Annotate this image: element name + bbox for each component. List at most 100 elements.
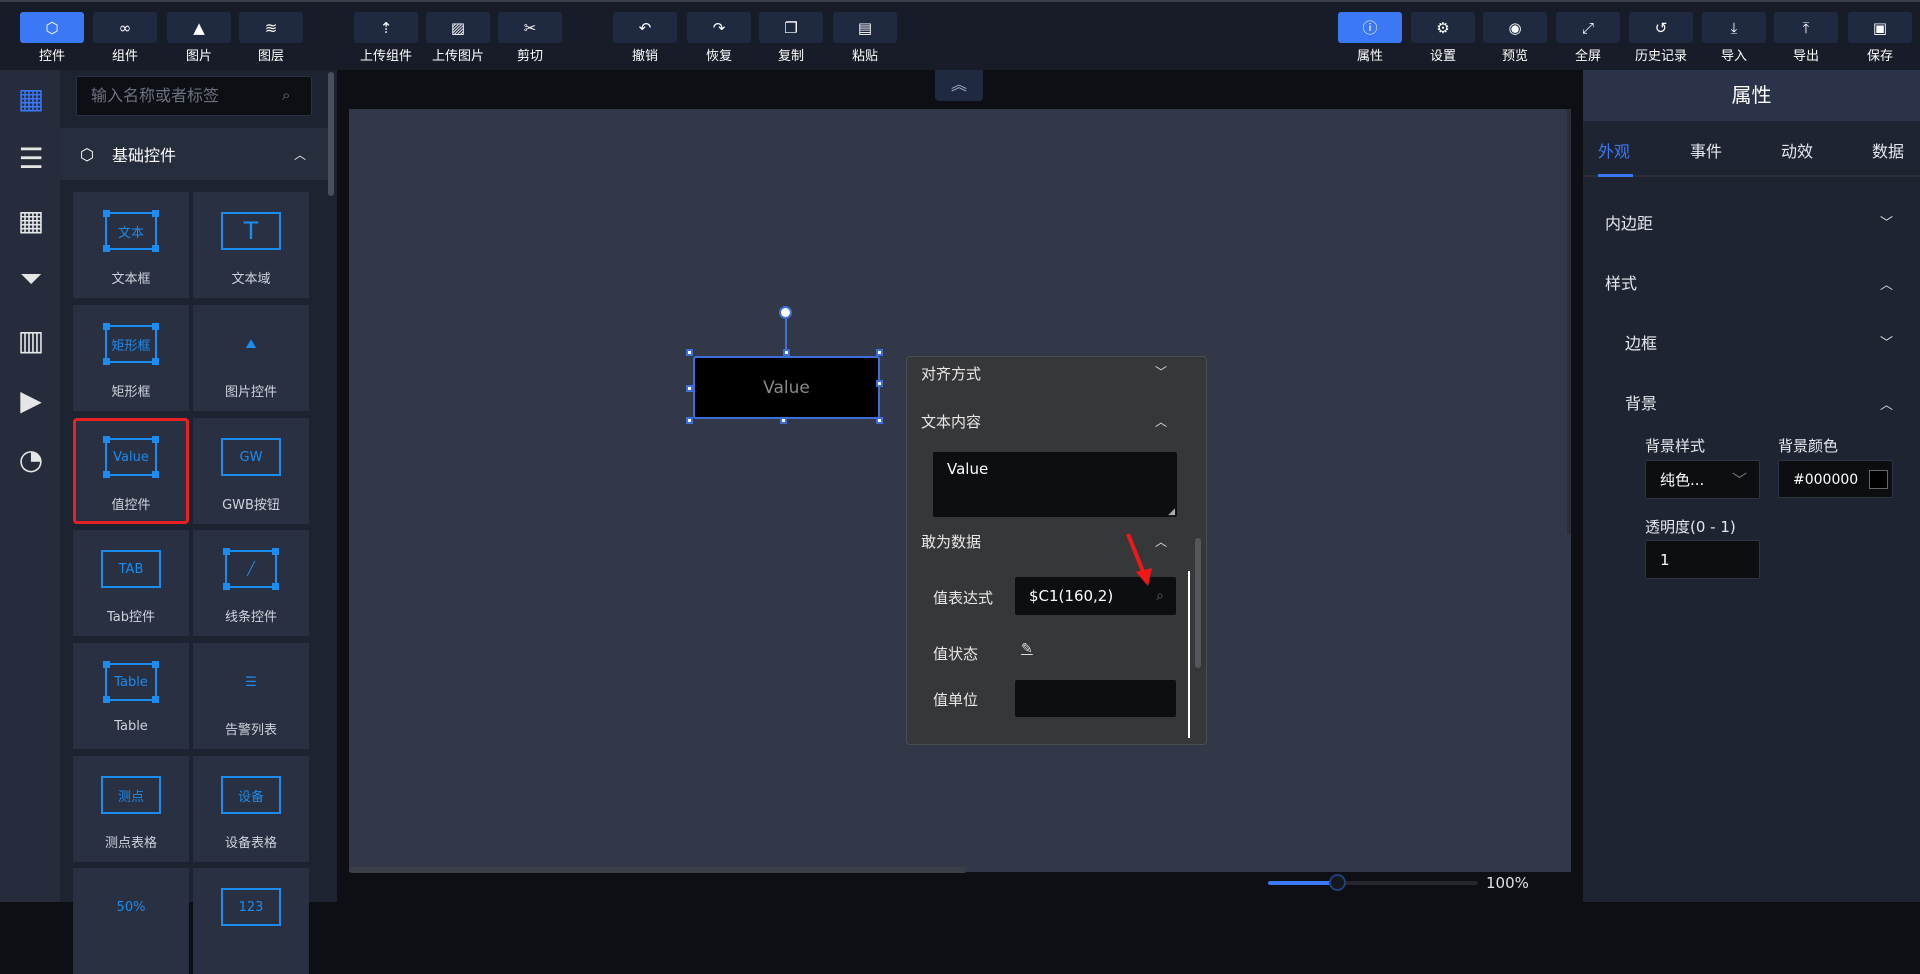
- tab-1[interactable]: 事件: [1690, 138, 1722, 162]
- text-box-icon: 文本: [101, 208, 161, 254]
- toolbar-button-right-1[interactable]: ⚙: [1411, 12, 1475, 43]
- chevron-down-icon[interactable]: ﹀: [1880, 332, 1893, 351]
- toolbar-button-right-3[interactable]: ⤢: [1556, 12, 1620, 43]
- component-item[interactable]: ╱ 线条控件: [193, 530, 309, 636]
- border-section[interactable]: 边框: [1625, 330, 1657, 354]
- toolbar-button-left-10[interactable]: ▤: [833, 12, 897, 43]
- opacity-input[interactable]: 1: [1645, 540, 1760, 579]
- link-icon: ∞: [118, 18, 132, 37]
- active-tab-indicator: [1598, 174, 1633, 177]
- chevron-down-icon[interactable]: ﹀: [1880, 212, 1893, 231]
- search-icon[interactable]: ⌕: [282, 86, 290, 104]
- toolbar-button-left-6[interactable]: ✂: [498, 12, 562, 43]
- search-input[interactable]: 输入名称或者标签: [76, 76, 312, 116]
- padding-section[interactable]: 内边距: [1605, 210, 1653, 234]
- icon-text: GW: [239, 449, 263, 465]
- component-item[interactable]: 文本 文本框: [73, 192, 189, 298]
- bg-style-select[interactable]: 纯色... ﹀: [1645, 460, 1760, 499]
- edit-pencil-icon[interactable]: ✎: [1021, 641, 1033, 657]
- tab-3[interactable]: 数据: [1872, 138, 1904, 162]
- text-content-value: Value: [947, 460, 989, 478]
- bg-color-input[interactable]: #000000: [1778, 460, 1893, 498]
- resize-handle[interactable]: [876, 349, 883, 356]
- resize-handle[interactable]: [686, 349, 693, 356]
- collapse-toolbar-button[interactable]: ︽: [935, 70, 983, 101]
- resize-handle[interactable]: [876, 380, 883, 387]
- toolbar-button-right-2[interactable]: ◉: [1483, 12, 1547, 43]
- resize-handle[interactable]: [783, 349, 790, 356]
- toolbar-button-right-5[interactable]: ⤓: [1702, 12, 1766, 43]
- component-item[interactable]: 设备 设备表格: [193, 756, 309, 862]
- bg-style-label: 背景样式: [1645, 437, 1706, 455]
- color-swatch[interactable]: [1869, 470, 1888, 489]
- component-item[interactable]: 123: [193, 868, 309, 974]
- component-item[interactable]: Table Table: [73, 643, 189, 749]
- component-item[interactable]: ☰ 告警列表: [193, 643, 309, 749]
- bar-chart-icon[interactable]: ▥: [13, 322, 49, 358]
- zoom-slider-handle[interactable]: [1329, 874, 1347, 891]
- style-section[interactable]: 样式: [1605, 270, 1637, 294]
- icon-text: 矩形框: [111, 338, 151, 354]
- toolbar-button-left-9[interactable]: ❐: [759, 12, 823, 43]
- icon-frame: TAB: [101, 550, 161, 588]
- number-icon: 123: [221, 884, 281, 930]
- chevron-up-icon[interactable]: ︿: [1155, 413, 1167, 430]
- canvas-vertical-scrollbar[interactable]: [1567, 109, 1571, 534]
- rotate-handle[interactable]: [779, 306, 792, 319]
- resize-handle[interactable]: [780, 417, 787, 424]
- opacity-label: 透明度(0 - 1): [1645, 518, 1736, 536]
- section-header-basic-controls[interactable]: ⬡ 基础控件 ︿: [60, 128, 328, 180]
- toolbar-button-left-8[interactable]: ↷: [687, 12, 751, 43]
- popup-scrollbar[interactable]: [1195, 538, 1201, 668]
- table-icon[interactable]: ▦: [13, 202, 49, 238]
- toolbar-button-right-4[interactable]: ↺: [1629, 12, 1693, 43]
- resize-handle[interactable]: [686, 385, 693, 392]
- toolbar-button-left-4[interactable]: ⇡: [354, 12, 418, 43]
- toolbar-button-left-3[interactable]: ≋: [239, 12, 303, 43]
- toolbar-button-left-2[interactable]: ▲: [167, 12, 231, 43]
- resize-grip-icon[interactable]: ◢: [1168, 507, 1175, 517]
- percent-icon: 50%: [101, 884, 161, 930]
- video-icon[interactable]: ▶: [13, 382, 49, 418]
- toolbar-button-left-7[interactable]: ↶: [613, 12, 677, 43]
- icon-frame: 文本: [103, 210, 159, 252]
- tab-0[interactable]: 外观: [1598, 138, 1630, 162]
- chevron-up-icon[interactable]: ︿: [1880, 274, 1893, 293]
- component-item[interactable]: ⛰ 图片控件: [193, 305, 309, 411]
- resize-handle[interactable]: [686, 417, 693, 424]
- toolbar-button-left-1[interactable]: ∞: [93, 12, 157, 43]
- text-content-section-label[interactable]: 文本内容: [921, 411, 981, 432]
- value-widget[interactable]: Value: [693, 356, 880, 419]
- redo-icon: ↷: [712, 18, 726, 37]
- component-item[interactable]: TAB Tab控件: [73, 530, 189, 636]
- panel-scrollbar[interactable]: [328, 72, 334, 196]
- component-item[interactable]: Value 值控件: [73, 418, 189, 524]
- component-item[interactable]: 测点 测点表格: [73, 756, 189, 862]
- component-item[interactable]: 50%: [73, 868, 189, 974]
- grid-icon[interactable]: ▦: [13, 80, 49, 116]
- component-item[interactable]: 矩形框 矩形框: [73, 305, 189, 411]
- component-item[interactable]: T 文本域: [193, 192, 309, 298]
- toolbar-button-left-5[interactable]: ▨: [426, 12, 490, 43]
- icon-frame: 设备: [221, 776, 281, 814]
- toolbar-button-right-0[interactable]: ⓘ: [1338, 12, 1402, 43]
- toolbar-button-right-6[interactable]: ⤒: [1774, 12, 1838, 43]
- filter-list-icon[interactable]: ⏷: [13, 261, 49, 297]
- text-content-textarea[interactable]: Value ◢: [933, 452, 1177, 517]
- resize-handle[interactable]: [876, 417, 883, 424]
- data-section-label[interactable]: 敢为数据: [921, 531, 981, 552]
- align-section-label[interactable]: 对齐方式: [921, 363, 981, 384]
- background-section[interactable]: 背景: [1625, 390, 1657, 414]
- unit-input[interactable]: [1015, 680, 1176, 717]
- tab-divider: [1583, 175, 1920, 177]
- toolbar-button-left-0[interactable]: ⬡: [20, 12, 84, 43]
- chevron-down-icon[interactable]: ﹀: [1155, 363, 1167, 380]
- component-item[interactable]: GW GWB按钮: [193, 418, 309, 524]
- toolbar-button-right-7[interactable]: ▣: [1848, 12, 1912, 43]
- canvas-horizontal-scrollbar[interactable]: [349, 867, 967, 873]
- sliders-icon[interactable]: ☰: [13, 140, 49, 176]
- component-label: 告警列表: [224, 723, 277, 738]
- chevron-up-icon[interactable]: ︿: [1880, 394, 1893, 413]
- pie-chart-icon[interactable]: ◔: [13, 441, 49, 477]
- tab-2[interactable]: 动效: [1781, 138, 1813, 162]
